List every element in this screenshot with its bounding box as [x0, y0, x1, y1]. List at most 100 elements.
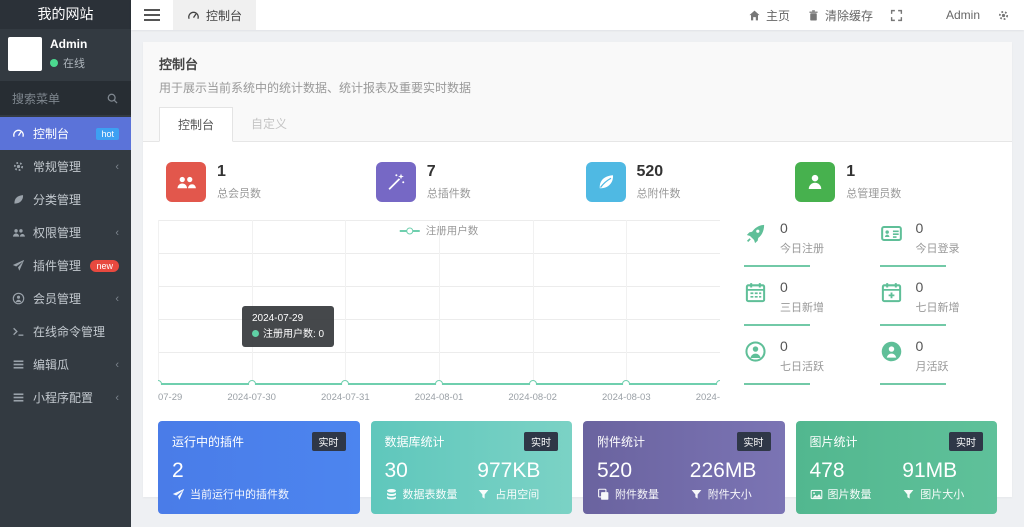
- sidebar-item-permission[interactable]: 权限管理 ‹: [0, 216, 131, 249]
- stat-value: 1: [217, 163, 261, 181]
- sidebar-item-plugins[interactable]: 插件管理 new: [0, 249, 131, 282]
- chevron-left-icon: ‹: [115, 293, 119, 305]
- tab-dashboard[interactable]: 控制台: [159, 107, 233, 142]
- image-icon: [810, 488, 823, 501]
- data-point-marker[interactable]: [435, 380, 443, 385]
- data-point-marker[interactable]: [716, 380, 720, 385]
- rocket-icon: [744, 222, 769, 247]
- sidebar-item-dashboard[interactable]: 控制台 hot: [0, 117, 131, 150]
- realtime-badge: 实时: [737, 432, 771, 451]
- fullscreen-button[interactable]: [890, 9, 903, 22]
- chevron-left-icon: ‹: [115, 392, 119, 404]
- x-tick-label: 2024-07-30: [227, 392, 276, 403]
- sidebar-item-members[interactable]: 会员管理 ‹: [0, 282, 131, 315]
- user-menu[interactable]: Admin: [946, 8, 980, 22]
- card-value2: 226MB: [690, 459, 771, 483]
- card-value2: 91MB: [902, 459, 983, 483]
- home-link[interactable]: 主页: [748, 7, 790, 24]
- realtime-badge: 实时: [312, 432, 346, 451]
- x-tick-label: 2024-08-04: [696, 392, 720, 403]
- mini-stats-grid: 0今日注册 0今日登录: [744, 220, 997, 407]
- mini-stat-today-login: 0今日登录: [880, 220, 998, 267]
- list-icon: [12, 391, 25, 404]
- data-point-marker[interactable]: [248, 380, 256, 385]
- x-tick-label: 2024-07-31: [321, 392, 370, 403]
- id-card-icon: [880, 222, 905, 247]
- chevron-left-icon: ‹: [115, 359, 119, 371]
- mini-stat-3day-new: 0三日新增: [744, 279, 862, 326]
- new-badge: new: [90, 260, 119, 272]
- clear-cache-button[interactable]: 清除缓存: [807, 7, 873, 24]
- gridline: [626, 220, 627, 385]
- card-attachment-stats: 附件统计实时 520226MB 附件数量 附件大小: [583, 421, 785, 514]
- sidebar-menu: 控制台 hot 常规管理 ‹ 分类管理 权限管理 ‹ 插件管理 new 会员管理…: [0, 117, 131, 414]
- card-value: 30: [385, 459, 478, 483]
- terminal-icon: [12, 325, 25, 338]
- underline: [744, 324, 810, 326]
- paper-plane-icon: [172, 488, 185, 501]
- sidebar-item-miniprogram[interactable]: 小程序配置 ‹: [0, 381, 131, 414]
- mini-stat-7day-active: 0七日活跃: [744, 338, 862, 385]
- sidebar-item-online-command[interactable]: 在线命令管理: [0, 315, 131, 348]
- data-point-marker[interactable]: [529, 380, 537, 385]
- registered-users-chart[interactable]: 注册用户数 2024-07-29 注册用户数: 0 2024-07-29 2024…: [158, 220, 720, 407]
- underline: [880, 383, 946, 385]
- stat-total-attachments: 520总附件数: [578, 162, 788, 202]
- page-subtitle: 用于展示当前系统中的统计数据、统计报表及重要实时数据: [159, 79, 996, 96]
- stats-row: 1 总会员数 7 总插件数 520总附件数: [158, 158, 997, 212]
- stat-value: 520: [637, 163, 681, 181]
- gridline: [533, 220, 534, 385]
- gridline: [345, 220, 346, 385]
- tab-custom[interactable]: 自定义: [233, 107, 305, 142]
- search-placeholder: 搜索菜单: [12, 90, 60, 107]
- leaf-icon: [12, 193, 25, 206]
- sidebar-item-general[interactable]: 常规管理 ‹: [0, 150, 131, 183]
- list-icon: [12, 358, 25, 371]
- mini-stat-7day-new: 0七日新增: [880, 279, 998, 326]
- stat-value: 1: [846, 163, 901, 181]
- x-tick-label: 2024-07-29: [158, 392, 182, 403]
- chart-plot-area[interactable]: 注册用户数 2024-07-29 注册用户数: 0: [158, 220, 720, 385]
- users-icon: [12, 226, 25, 239]
- sidebar: 我的网站 Admin 在线 搜索菜单 控制台 hot 常规管理 ‹ 分类管理: [0, 0, 131, 527]
- settings-button[interactable]: [997, 9, 1010, 22]
- trash-icon: [807, 9, 820, 22]
- sidebar-search-input[interactable]: 搜索菜单: [0, 81, 131, 115]
- topbar-tab-dashboard[interactable]: 控制台: [173, 0, 256, 30]
- sidebar-item-editor[interactable]: 编辑瓜 ‹: [0, 348, 131, 381]
- site-brand: 我的网站: [0, 0, 131, 29]
- page-title: 控制台: [159, 54, 996, 73]
- card-value: 520: [597, 459, 690, 483]
- data-point-marker[interactable]: [158, 380, 162, 385]
- expand-icon: [890, 9, 903, 22]
- underline: [880, 265, 946, 267]
- x-tick-label: 2024-08-03: [602, 392, 651, 403]
- sidebar-item-category[interactable]: 分类管理: [0, 183, 131, 216]
- stat-label: 总会员数: [217, 185, 261, 201]
- data-point-marker[interactable]: [622, 380, 630, 385]
- magic-wand-icon: [376, 162, 416, 202]
- calendar-plus-icon: [880, 281, 905, 306]
- calendar-icon: [744, 281, 769, 306]
- panel-header: 控制台 用于展示当前系统中的统计数据、统计报表及重要实时数据 控制台 自定义: [143, 42, 1012, 142]
- mini-stat-monthly-active: 0月活跃: [880, 338, 998, 385]
- gridline: [158, 220, 159, 385]
- user-circle-icon: [12, 292, 25, 305]
- user-name: Admin: [50, 37, 87, 51]
- content: 控制台 用于展示当前系统中的统计数据、统计报表及重要实时数据 控制台 自定义 1…: [131, 30, 1024, 527]
- underline: [744, 383, 810, 385]
- user-icon: [795, 162, 835, 202]
- stat-value: 7: [427, 163, 471, 181]
- data-point-marker[interactable]: [341, 380, 349, 385]
- card-value: 478: [810, 459, 903, 483]
- filter-icon: [477, 488, 490, 501]
- avatar: [8, 37, 42, 71]
- card-running-plugins: 运行中的插件实时 2 当前运行中的插件数: [158, 421, 360, 514]
- hamburger-icon[interactable]: [144, 6, 160, 24]
- stat-total-admins: 1总管理员数: [787, 162, 997, 202]
- chart-x-axis: 2024-07-292024-07-302024-07-312024-08-01…: [158, 392, 720, 407]
- chevron-left-icon: ‹: [115, 227, 119, 239]
- stat-label: 总插件数: [427, 185, 471, 201]
- series-dot-icon: [252, 330, 259, 337]
- hot-badge: hot: [96, 128, 119, 140]
